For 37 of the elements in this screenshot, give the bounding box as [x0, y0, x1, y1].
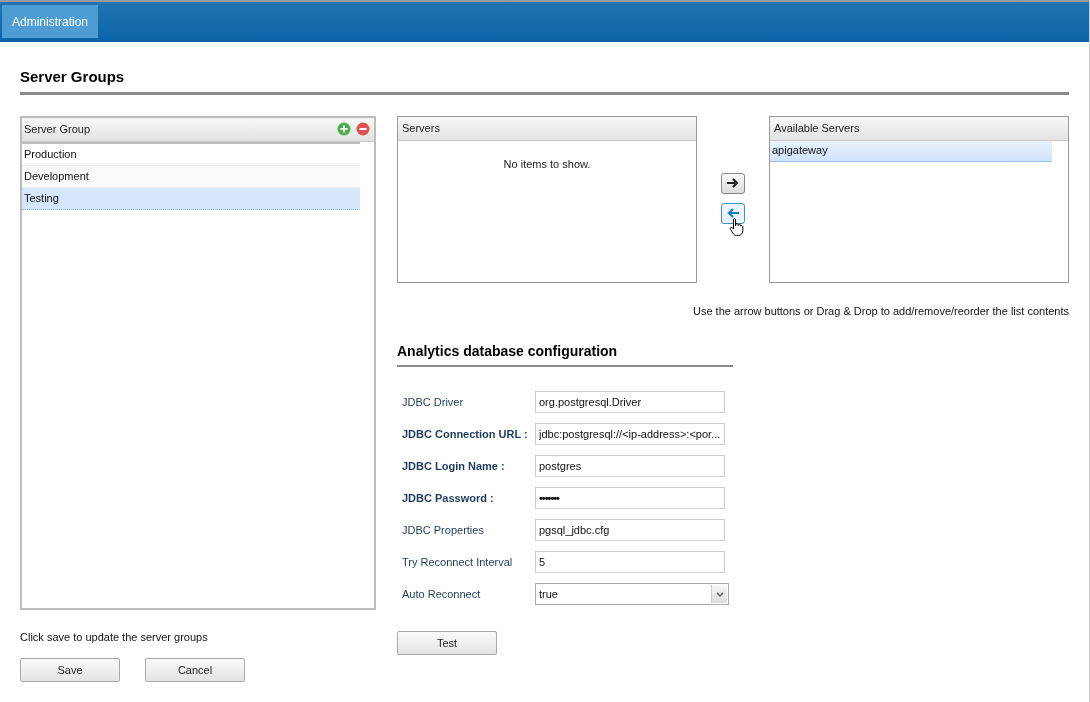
field-label: JDBC Connection URL :	[401, 426, 529, 442]
password-field[interactable]: •••••••	[535, 487, 725, 509]
test-button[interactable]: Test	[397, 631, 497, 655]
list-item[interactable]: apigateway	[770, 140, 1052, 162]
field-label: Auto Reconnect	[401, 586, 482, 602]
input-field[interactable]: 5	[535, 551, 725, 573]
select-value: true	[538, 586, 558, 602]
remove-icon[interactable]	[356, 122, 370, 136]
column-header: Server Group	[24, 121, 91, 137]
left-arrow-icon	[727, 208, 739, 218]
list-item[interactable]: Testing	[22, 187, 360, 210]
input-field[interactable]: org.postgresql.Driver	[535, 391, 725, 413]
right-arrow-icon	[727, 178, 739, 188]
field-label: JDBC Driver	[401, 394, 465, 410]
page-title: Server Groups	[20, 67, 126, 87]
arrow-button[interactable]	[721, 172, 745, 194]
hand-cursor-icon	[729, 216, 745, 237]
field-label: JDBC Login Name :	[401, 458, 506, 474]
field-label: JDBC Password :	[401, 490, 495, 506]
empty-message: No items to show.	[502, 156, 592, 172]
input-field[interactable]: pgsql_jdbc.cfg	[535, 519, 725, 541]
action-button[interactable]: Cancel	[145, 658, 245, 682]
list-item[interactable]: Development	[22, 165, 360, 188]
column-header: Available Servers	[774, 120, 860, 136]
arrow-button[interactable]	[721, 202, 745, 224]
select-field[interactable]: true	[535, 583, 729, 605]
field-label: Try Reconnect Interval	[401, 554, 514, 570]
input-field[interactable]: jdbc:postgresql://<ip-address>:<por...	[535, 423, 725, 445]
save-note: Click save to update the server groups	[20, 629, 209, 645]
hint-text: Use the arrow buttons or Drag & Drop to add/remove/reorder the list contents	[693, 303, 1069, 319]
field-label: JDBC Properties	[401, 522, 485, 538]
chevron-down-icon	[715, 591, 724, 597]
add-icon[interactable]	[337, 122, 351, 136]
column-header: Servers	[402, 120, 440, 136]
section-title: Analytics database configuration	[397, 342, 619, 361]
input-field[interactable]: postgres	[535, 455, 725, 477]
action-button[interactable]: Save	[20, 658, 120, 682]
